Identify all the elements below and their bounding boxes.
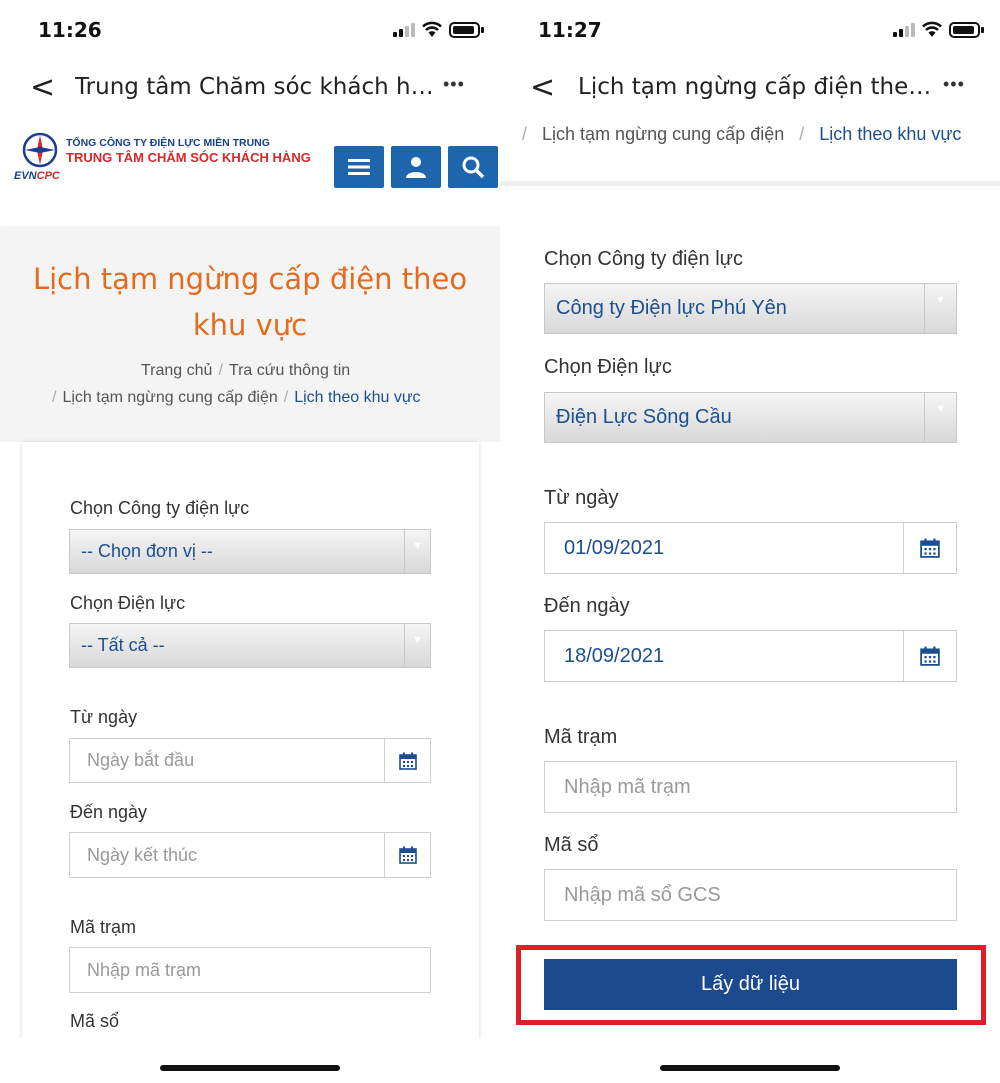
more-icon[interactable]: ••• bbox=[443, 74, 465, 95]
logo-center-name: TRUNG TÂM CHĂM SÓC KHÁCH HÀNG bbox=[66, 150, 311, 165]
hamburger-icon bbox=[348, 159, 370, 175]
calendar-icon[interactable] bbox=[384, 833, 430, 877]
crumb-outage[interactable]: Lịch tạm ngừng cung cấp điện bbox=[62, 389, 277, 406]
crumb-lookup[interactable]: Tra cứu thông tin bbox=[229, 362, 350, 379]
back-icon[interactable]: < bbox=[530, 73, 555, 103]
station-label: Mã trạm bbox=[544, 726, 618, 748]
battery-icon bbox=[449, 22, 484, 38]
site-header: EVNCPC TỔNG CÔNG TY ĐIỆN LỰC MIỀN TRUNG … bbox=[0, 118, 500, 226]
breadcrumb-row1: Trang chủ / Tra cứu thông tin bbox=[141, 362, 351, 379]
signal-icon bbox=[393, 23, 415, 37]
page-hero: Lịch tạm ngừng cấp điện theo khu vực Tran… bbox=[0, 228, 500, 442]
crumb-current: Lịch theo khu vực bbox=[294, 389, 421, 406]
back-icon[interactable]: < bbox=[30, 73, 55, 103]
wifi-icon bbox=[422, 21, 442, 37]
crumb-home[interactable]: Trang chủ bbox=[141, 362, 212, 379]
from-date-input[interactable]: Ngày bắt đầu bbox=[69, 738, 431, 783]
right-screenshot: 11:27 < Lịch tạm ngừng cấp điện theo... … bbox=[500, 0, 1000, 1083]
company-label: Chọn Công ty điện lực bbox=[544, 248, 744, 270]
status-bar: 11:27 bbox=[500, 0, 1000, 60]
company-select[interactable]: -- Chọn đơn vị -- ▼ bbox=[69, 529, 431, 574]
to-date-input[interactable]: Ngày kết thúc bbox=[69, 832, 431, 878]
crumb-current: Lịch theo khu vực bbox=[819, 124, 962, 144]
signal-icon bbox=[893, 23, 915, 37]
chevron-down-icon: ▼ bbox=[404, 624, 430, 667]
bottom-safe-area bbox=[0, 1038, 500, 1083]
station-input[interactable]: Nhập mã trạm bbox=[69, 947, 431, 993]
battery-icon bbox=[949, 22, 984, 38]
nav-bar: < Lịch tạm ngừng cấp điện theo... ••• bbox=[500, 60, 1000, 116]
from-date-input[interactable]: 01/09/2021 bbox=[544, 522, 957, 574]
to-date-label: Đến ngày bbox=[544, 595, 630, 617]
chevron-down-icon: ▼ bbox=[404, 530, 430, 573]
chevron-down-icon: ▼ bbox=[924, 393, 956, 442]
station-label: Mã trạm bbox=[70, 917, 137, 937]
more-icon[interactable]: ••• bbox=[943, 74, 965, 95]
breadcrumb-row2: / Lịch tạm ngừng cung cấp điện / Lịch theo … bbox=[52, 389, 421, 406]
search-icon bbox=[462, 156, 485, 179]
calendar-icon[interactable] bbox=[384, 739, 430, 782]
calendar-icon[interactable] bbox=[903, 631, 956, 681]
branch-select[interactable]: -- Tất cả -- ▼ bbox=[69, 623, 431, 668]
status-time: 11:26 bbox=[38, 18, 102, 42]
company-label: Chọn Công ty điện lực bbox=[70, 498, 250, 518]
branch-label: Chọn Điện lực bbox=[70, 593, 186, 613]
status-bar: 11:26 bbox=[0, 0, 500, 60]
nav-title: Lịch tạm ngừng cấp điện theo... bbox=[578, 74, 938, 100]
to-date-label: Đến ngày bbox=[70, 802, 148, 822]
search-button[interactable] bbox=[448, 146, 498, 188]
home-indicator[interactable] bbox=[660, 1065, 840, 1071]
wifi-icon bbox=[922, 21, 942, 37]
book-label: Mã sổ bbox=[70, 1011, 120, 1031]
page-title: Lịch tạm ngừng cấp điện theo khu vực bbox=[32, 262, 468, 342]
company-select[interactable]: Công ty Điện lực Phú Yên ▼ bbox=[544, 283, 957, 334]
user-icon bbox=[406, 157, 426, 178]
chevron-down-icon: ▼ bbox=[924, 284, 956, 333]
from-date-label: Từ ngày bbox=[544, 487, 619, 509]
highlight-box bbox=[516, 945, 986, 1025]
status-time: 11:27 bbox=[538, 18, 602, 42]
home-indicator[interactable] bbox=[160, 1065, 340, 1071]
book-label: Mã sổ bbox=[544, 834, 599, 856]
branch-select[interactable]: Điện Lực Sông Cầu ▼ bbox=[544, 392, 957, 443]
evn-logo-icon bbox=[22, 132, 58, 168]
logo-evn-text: EVNCPC bbox=[14, 170, 60, 182]
crumb-outage[interactable]: Lịch tạm ngừng cung cấp điện bbox=[542, 124, 784, 144]
to-date-input[interactable]: 18/09/2021 bbox=[544, 630, 957, 682]
breadcrumb: / Lịch tạm ngừng cung cấp điện / Lịch th… bbox=[500, 120, 1000, 186]
station-input[interactable]: Nhập mã trạm bbox=[544, 761, 957, 813]
from-date-label: Từ ngày bbox=[70, 707, 138, 727]
menu-button[interactable] bbox=[334, 146, 384, 188]
bottom-safe-area bbox=[500, 1038, 1000, 1083]
account-button[interactable] bbox=[391, 146, 441, 188]
left-screenshot: 11:26 < Trung tâm Chăm sóc khách hà... •… bbox=[0, 0, 500, 1083]
nav-bar: < Trung tâm Chăm sóc khách hà... ••• bbox=[0, 60, 500, 116]
branch-label: Chọn Điện lực bbox=[544, 356, 672, 378]
nav-title: Trung tâm Chăm sóc khách hà... bbox=[75, 74, 435, 100]
logo-company-name: TỔNG CÔNG TY ĐIỆN LỰC MIỀN TRUNG bbox=[66, 137, 270, 149]
calendar-icon[interactable] bbox=[903, 523, 956, 573]
book-input[interactable]: Nhập mã sổ GCS bbox=[544, 869, 957, 921]
